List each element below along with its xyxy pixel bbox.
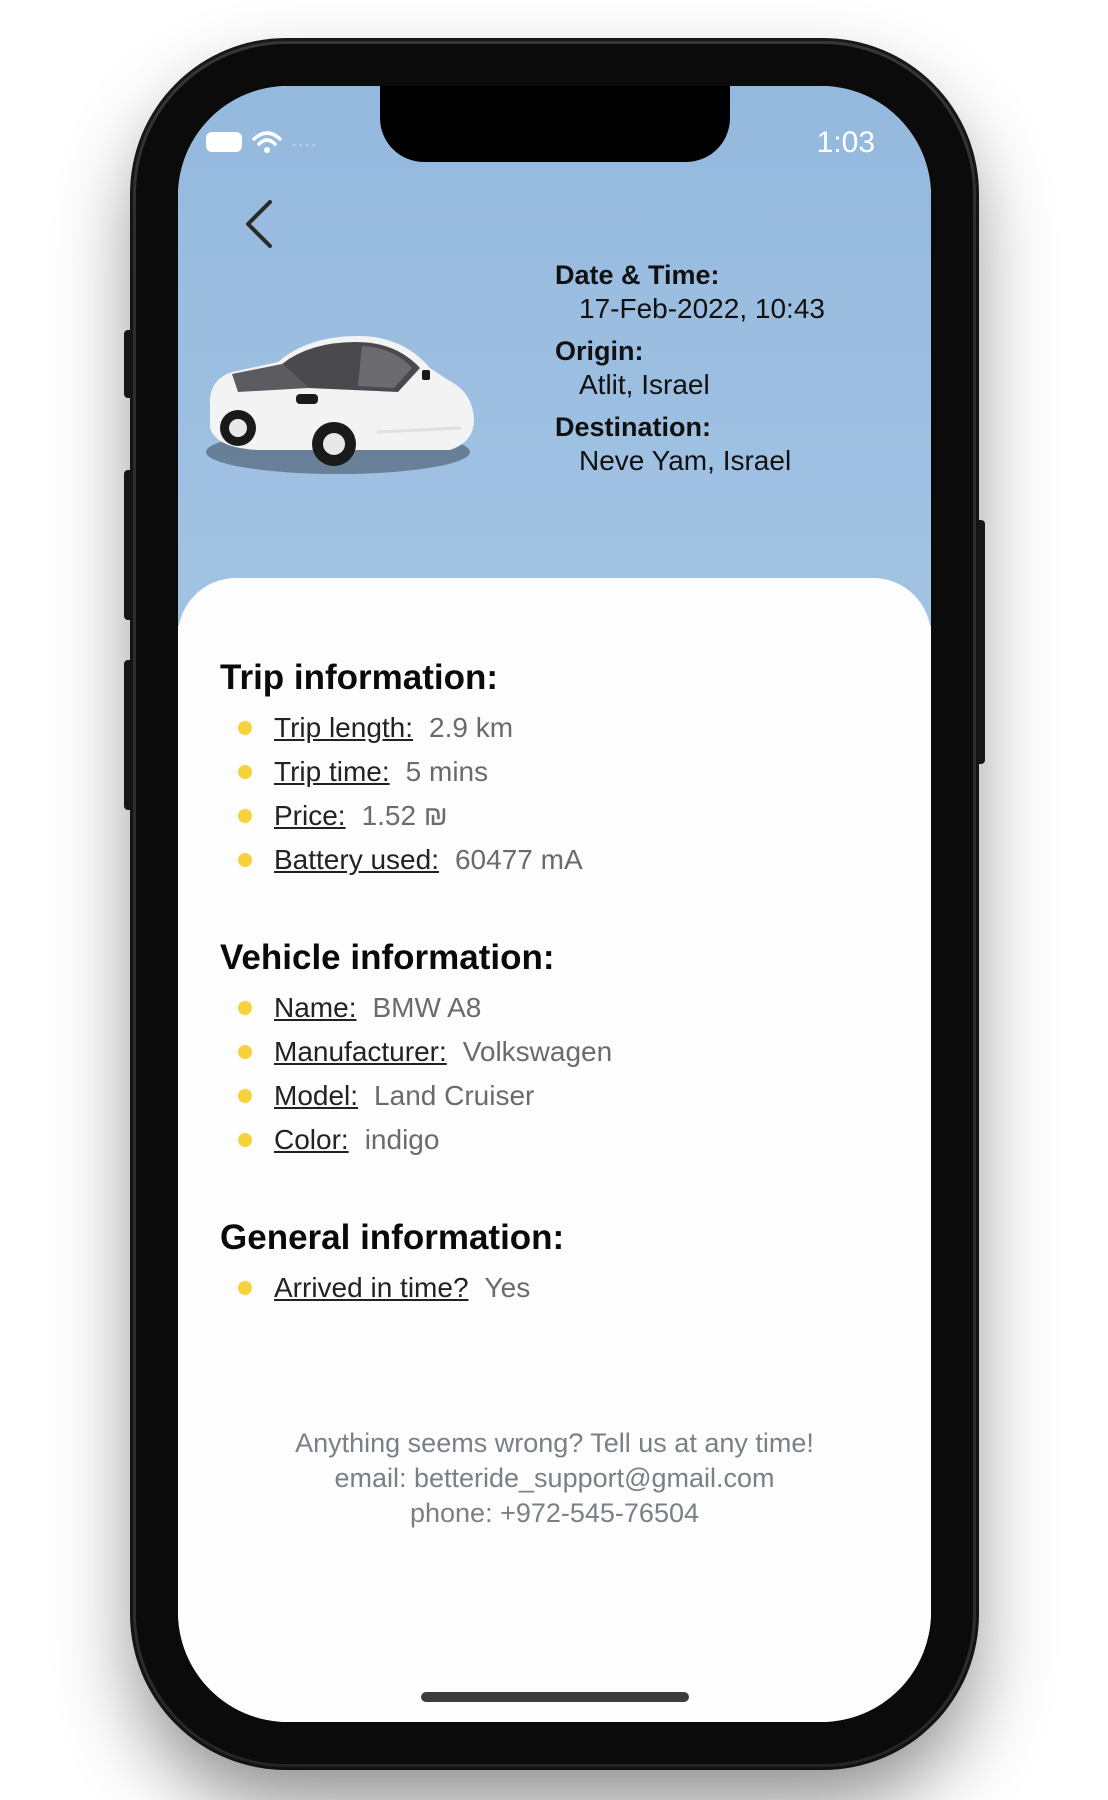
bullet bbox=[238, 1281, 252, 1295]
battery-icon bbox=[206, 132, 242, 152]
item-label: Trip length: bbox=[274, 712, 414, 743]
trip-summary: Date & Time: 17-Feb-2022, 10:43 Origin: … bbox=[555, 258, 825, 486]
bullet bbox=[238, 721, 252, 735]
vehicle-info-title: Vehicle information: bbox=[220, 938, 555, 977]
chevron-left-icon bbox=[246, 200, 272, 248]
list-item: Price: 1.52 ₪ bbox=[238, 794, 583, 838]
trip-info-list: Trip length: 2.9 km Trip time: 5 mins Pric… bbox=[238, 706, 583, 882]
trip-header: .... 1:03 Date & Time: 17-Feb-2022, 10:4… bbox=[178, 86, 931, 626]
destination-label: Destination: bbox=[555, 412, 712, 442]
list-item: Trip time: 5 mins bbox=[238, 750, 583, 794]
destination-value: Neve Yam, Israel bbox=[579, 445, 792, 476]
list-item: Arrived in time? Yes bbox=[238, 1266, 530, 1310]
bullet bbox=[238, 1001, 252, 1015]
details-sheet: Trip information: Trip length: 2.9 km Tri… bbox=[178, 578, 931, 1722]
status-time: 1:03 bbox=[816, 126, 875, 159]
item-value: 60477 mA bbox=[454, 844, 583, 875]
list-item: Trip length: 2.9 km bbox=[238, 706, 583, 750]
bullet bbox=[238, 1089, 252, 1103]
item-value: Land Cruiser bbox=[374, 1080, 535, 1111]
item-label: Name: bbox=[274, 992, 357, 1023]
item-label: Color: bbox=[274, 1124, 349, 1155]
list-item: Manufacturer: Volkswagen bbox=[238, 1030, 612, 1074]
item-value: BMW A8 bbox=[372, 992, 482, 1023]
item-label: Model: bbox=[274, 1080, 359, 1111]
wifi-icon bbox=[252, 131, 282, 153]
bullet bbox=[238, 1045, 252, 1059]
support-footer: Anything seems wrong? Tell us at any tim… bbox=[178, 1426, 931, 1531]
support-email[interactable]: email: betteride_support@gmail.com bbox=[178, 1461, 931, 1496]
item-value: indigo bbox=[364, 1124, 440, 1155]
support-phone[interactable]: phone: +972-545-76504 bbox=[178, 1496, 931, 1531]
home-indicator[interactable] bbox=[421, 1692, 689, 1702]
support-message: Anything seems wrong? Tell us at any tim… bbox=[295, 1428, 814, 1458]
item-label: Price: bbox=[274, 800, 346, 831]
origin-value: Atlit, Israel bbox=[579, 369, 710, 400]
item-label: Trip time: bbox=[274, 756, 390, 787]
bullet bbox=[238, 765, 252, 779]
general-info-list: Arrived in time? Yes bbox=[238, 1266, 530, 1310]
phone-screen: .... 1:03 Date & Time: 17-Feb-2022, 10:4… bbox=[178, 86, 931, 1722]
item-value: 5 mins bbox=[405, 756, 489, 787]
notch bbox=[380, 86, 730, 162]
vehicle-info-list: Name: BMW A8 Manufacturer: Volkswagen Mode… bbox=[238, 986, 612, 1162]
item-label: Arrived in time? bbox=[274, 1272, 469, 1303]
status-bar-left: .... bbox=[206, 130, 318, 154]
bullet bbox=[238, 853, 252, 867]
bullet bbox=[238, 1133, 252, 1147]
item-label: Manufacturer: bbox=[274, 1036, 447, 1067]
car-image bbox=[206, 336, 474, 474]
list-item: Battery used: 60477 mA bbox=[238, 838, 583, 882]
origin-label: Origin: bbox=[555, 336, 644, 366]
trip-info-title: Trip information: bbox=[220, 658, 499, 697]
item-label: Battery used: bbox=[274, 844, 439, 875]
list-item: Model: Land Cruiser bbox=[238, 1074, 612, 1118]
general-info-title: General information: bbox=[220, 1218, 565, 1257]
item-value: Yes bbox=[484, 1272, 531, 1303]
date-time-value: 17-Feb-2022, 10:43 bbox=[579, 293, 825, 324]
power-button bbox=[971, 520, 985, 764]
list-item: Name: BMW A8 bbox=[238, 986, 612, 1030]
item-value: 1.52 ₪ bbox=[361, 800, 448, 831]
stage: .... 1:03 Date & Time: 17-Feb-2022, 10:4… bbox=[0, 0, 1108, 1800]
date-time-label: Date & Time: bbox=[555, 260, 720, 290]
bullet bbox=[238, 809, 252, 823]
back-button[interactable] bbox=[230, 194, 290, 254]
item-value: 2.9 km bbox=[429, 712, 514, 743]
cellular-signal-icon: .... bbox=[292, 133, 318, 150]
list-item: Color: indigo bbox=[238, 1118, 612, 1162]
item-value: Volkswagen bbox=[462, 1036, 613, 1067]
